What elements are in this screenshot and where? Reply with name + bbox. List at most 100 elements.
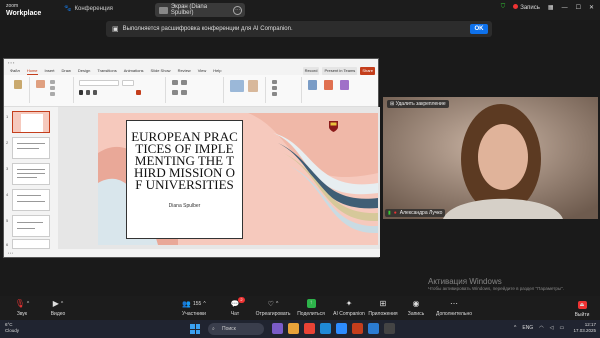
record-icon: ◉: [412, 299, 420, 308]
sparkle-icon: ✦: [345, 299, 353, 308]
align-left-icon[interactable]: [172, 90, 178, 95]
slide-thumbnail-5[interactable]: [12, 215, 50, 237]
more-button[interactable]: ⋯ Дополнительно: [432, 298, 476, 317]
tab-transitions[interactable]: Transitions: [97, 67, 116, 75]
tab-home[interactable]: Home: [26, 67, 38, 75]
tab-view[interactable]: View: [198, 67, 207, 75]
windows-start-icon[interactable]: [190, 324, 200, 334]
chevron-up-icon[interactable]: ^: [514, 325, 516, 331]
thumb-line: [17, 201, 45, 202]
participants-icon: 👥: [182, 300, 191, 308]
language-indicator[interactable]: ENG: [522, 325, 533, 331]
tab-insert[interactable]: Insert: [45, 67, 55, 75]
shapes-icon[interactable]: [230, 80, 244, 92]
powerpoint-app-icon[interactable]: [352, 323, 363, 334]
font-size-select[interactable]: [122, 80, 134, 86]
video-button[interactable]: ▶ ^ Видео: [36, 298, 80, 317]
slide-thumbnail-6[interactable]: [12, 239, 50, 249]
leave-button[interactable]: ⏏ Выйти: [570, 299, 594, 318]
reset-icon[interactable]: [50, 86, 55, 90]
align-center-icon[interactable]: [181, 90, 187, 95]
chevron-up-icon[interactable]: ^: [27, 301, 29, 307]
slide-canvas: EUROPEAN PRACTICES OF IMPLEMENTING THE T…: [58, 107, 380, 250]
section-icon[interactable]: [50, 92, 55, 96]
current-slide[interactable]: EUROPEAN PRACTICES OF IMPLEMENTING THE T…: [98, 113, 378, 245]
find-icon[interactable]: [272, 80, 277, 84]
add-ins-icon[interactable]: [324, 80, 333, 90]
conference-button[interactable]: 🐾 Конференция: [64, 5, 113, 13]
leave-label: Выйти: [574, 312, 590, 318]
replace-icon[interactable]: [272, 86, 277, 90]
chevron-up-icon[interactable]: ^: [203, 301, 205, 307]
video-frame: [383, 97, 598, 219]
slide-author[interactable]: Diana Spulber: [127, 203, 242, 209]
volume-icon[interactable]: ◁: [550, 325, 554, 331]
battery-icon[interactable]: ▭: [559, 325, 564, 331]
time: 12:17: [584, 322, 596, 327]
more-options-icon[interactable]: ⋯: [233, 5, 242, 15]
layout-icon[interactable]: [50, 80, 55, 84]
tab-file[interactable]: Файл: [10, 67, 20, 75]
copilot-icon[interactable]: [272, 323, 283, 334]
info-icon: ▣: [112, 26, 119, 33]
dictate-icon[interactable]: [308, 80, 317, 90]
participant-name: Александра Лучко: [399, 210, 443, 216]
screen-share-indicator[interactable]: Экран (Diana Spulber) ⋯: [155, 3, 245, 17]
minimize-icon[interactable]: —: [562, 5, 568, 11]
maximize-icon[interactable]: ☐: [576, 4, 581, 11]
slide-thumbnail-3[interactable]: [12, 163, 50, 185]
tab-draw[interactable]: Draw: [62, 67, 71, 75]
tab-review[interactable]: Review: [178, 67, 191, 75]
word-app-icon[interactable]: [368, 323, 379, 334]
designer-icon[interactable]: [340, 80, 349, 90]
shield-icon[interactable]: ⛉: [501, 4, 506, 11]
view-icon[interactable]: ▦: [548, 4, 554, 11]
ai-companion-banner: ▣ Выполняется расшифровка конференции дл…: [106, 21, 492, 37]
wifi-icon[interactable]: ◠: [539, 325, 543, 331]
tab-help[interactable]: Help: [213, 67, 221, 75]
present-teams-button[interactable]: Present in Teams: [322, 67, 358, 75]
numbering-icon[interactable]: [181, 80, 187, 85]
slide-thumbnail-2[interactable]: [12, 137, 50, 159]
taskbar-clock[interactable]: 12:17 17.03.2025: [568, 322, 596, 334]
taskbar-search[interactable]: ⌕ Поиск: [208, 323, 264, 335]
participants-button[interactable]: 👥 155 ^ Участники: [172, 298, 216, 318]
slide-thumbnail-1[interactable]: [12, 111, 50, 133]
chevron-up-icon[interactable]: ^: [61, 301, 63, 307]
zoom-app-icon[interactable]: [336, 323, 347, 334]
participant-video[interactable]: ⊞ Удалить закрепление ▮ ● Александра Луч…: [383, 97, 598, 219]
share-ppt-button[interactable]: Share: [360, 67, 375, 75]
select-icon[interactable]: [272, 92, 277, 96]
file-explorer-icon[interactable]: [288, 323, 299, 334]
font-group: [76, 77, 166, 103]
ok-button[interactable]: OK: [470, 24, 488, 34]
close-icon[interactable]: ✕: [589, 4, 594, 11]
tab-design[interactable]: Design: [78, 67, 90, 75]
paw-icon: 🐾: [64, 6, 72, 12]
underline-icon[interactable]: [93, 90, 97, 95]
bullets-icon[interactable]: [172, 80, 178, 85]
weather-widget[interactable]: 6°C Cloudy: [5, 322, 19, 334]
record-indicator[interactable]: Запись: [513, 4, 540, 11]
slide-title[interactable]: EUROPEAN PRACTICES OF IMPLEMENTING THE T…: [127, 130, 242, 191]
edge-icon[interactable]: [320, 323, 331, 334]
tab-slideshow[interactable]: Slide Show: [151, 67, 171, 75]
bold-icon[interactable]: [79, 90, 83, 95]
new-slide-icon[interactable]: [36, 80, 45, 88]
chrome-icon[interactable]: [304, 323, 315, 334]
font-name-select[interactable]: [79, 80, 119, 86]
store-icon[interactable]: [384, 323, 395, 334]
tab-animations[interactable]: Animations: [124, 67, 144, 75]
unpin-button[interactable]: ⊞ Удалить закрепление: [387, 100, 449, 108]
arrange-icon[interactable]: [248, 80, 258, 92]
thumb-card: [21, 114, 43, 132]
chevron-up-icon[interactable]: ^: [276, 301, 278, 307]
font-color-icon[interactable]: [136, 90, 141, 95]
search-icon: ⌕: [212, 326, 215, 332]
record-button[interactable]: Record: [302, 67, 320, 75]
slide-thumbnail-4[interactable]: [12, 189, 50, 211]
paste-icon[interactable]: [14, 80, 22, 89]
italic-icon[interactable]: [86, 90, 90, 95]
search-placeholder: Поиск: [222, 326, 236, 332]
thumb-line: [17, 169, 45, 170]
